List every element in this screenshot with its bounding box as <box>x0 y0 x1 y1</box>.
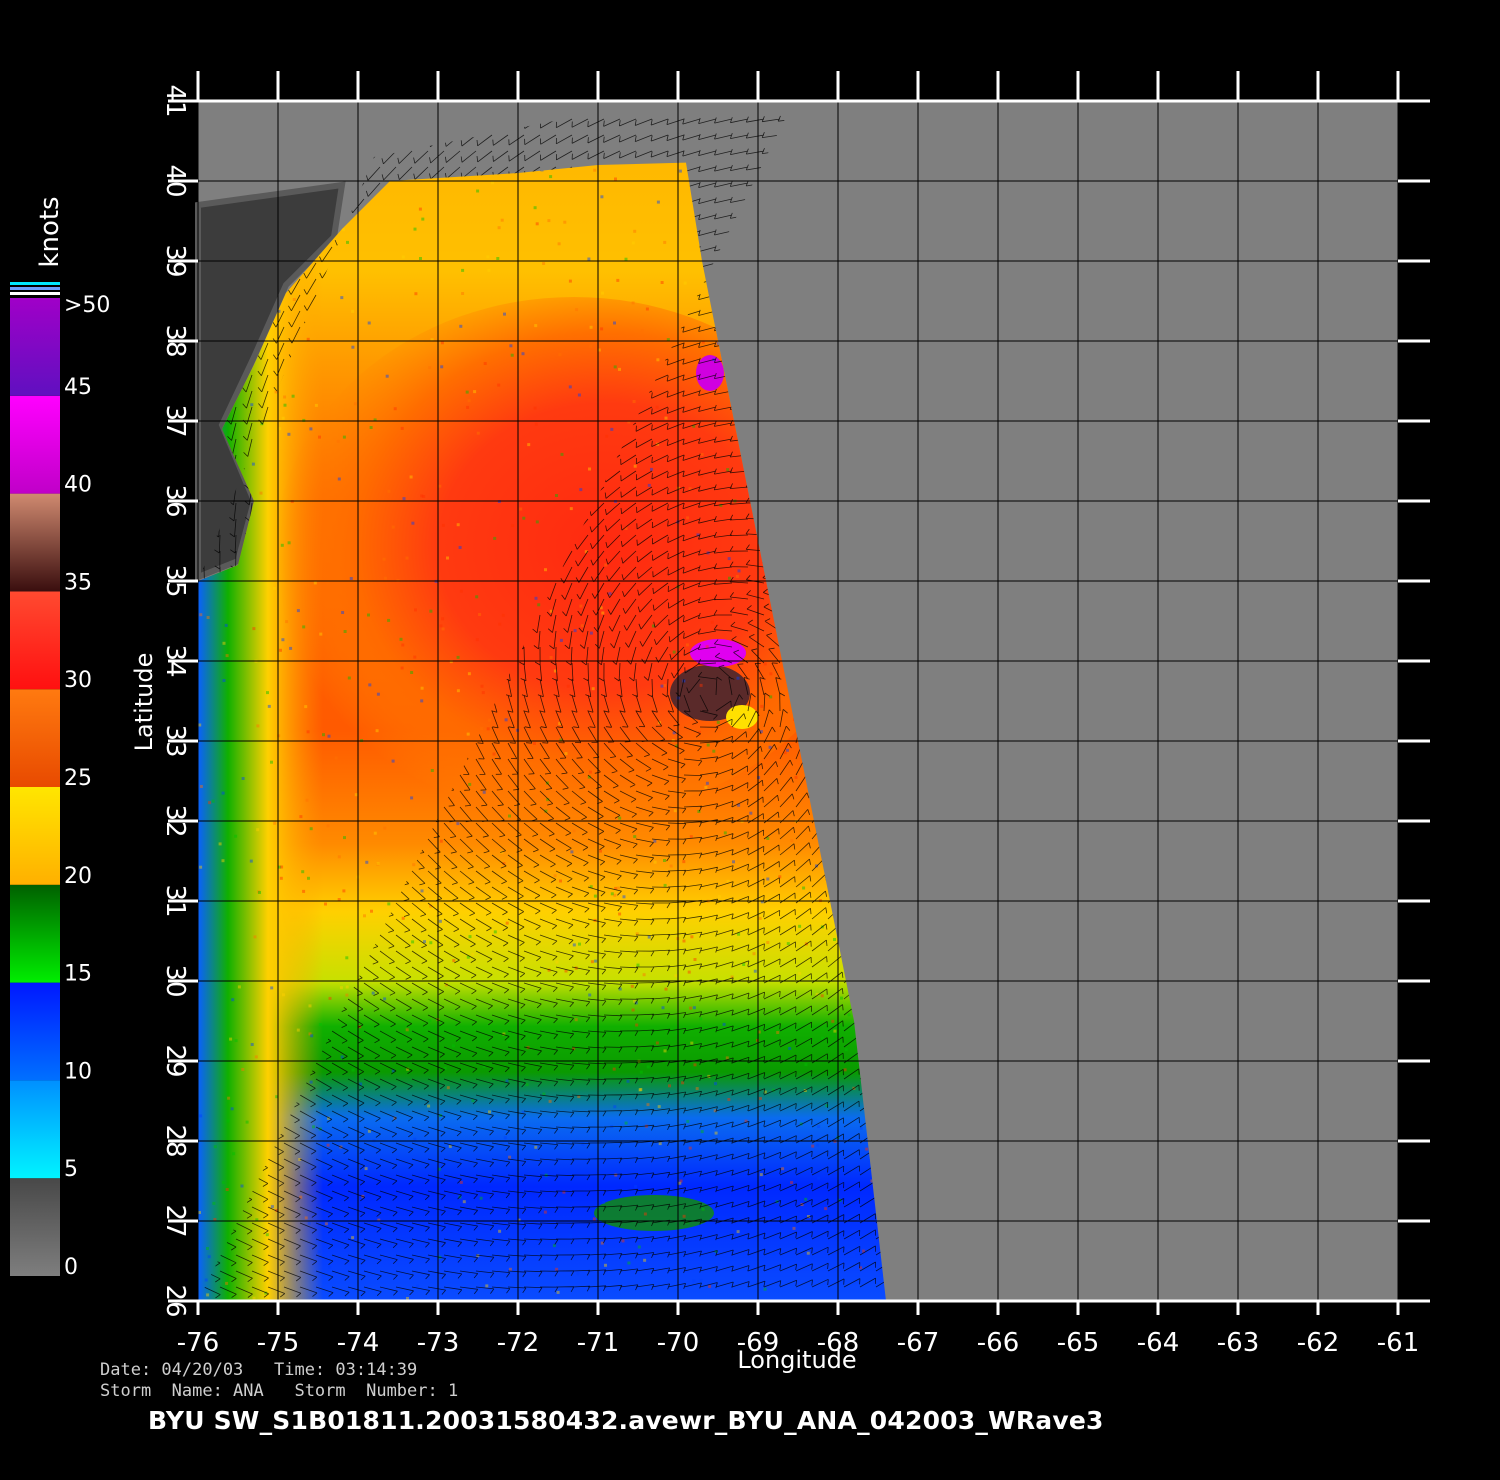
lat-tick-label: 29 <box>160 1044 190 1077</box>
lat-tick-label: 28 <box>160 1124 190 1157</box>
colorbar-tick-label: 45 <box>64 375 92 400</box>
lat-tick-label: 32 <box>160 804 190 837</box>
colorbar-band <box>10 1080 60 1179</box>
colorbar-unit-label: knots <box>35 196 65 267</box>
lon-tick-label: -74 <box>337 1328 379 1358</box>
lon-tick-label: -75 <box>257 1328 299 1358</box>
colorbar-band <box>10 395 60 494</box>
colorbar-band <box>10 591 60 690</box>
colorbar-band <box>10 982 60 1081</box>
colorbar-tick-label: 30 <box>64 668 92 693</box>
file-title: BYU SW_S1B01811.20031580432.avewr_BYU_AN… <box>148 1406 1104 1435</box>
colorbar-cap-blue <box>10 287 60 290</box>
green-patch-south <box>594 1195 714 1231</box>
colorbar-band <box>10 298 60 396</box>
lon-tick-label: -63 <box>1217 1328 1259 1358</box>
lat-tick-label: 30 <box>160 964 190 997</box>
lat-tick-label: 39 <box>160 244 190 277</box>
lon-tick-label: -62 <box>1297 1328 1339 1358</box>
lon-tick-label: -64 <box>1137 1328 1179 1358</box>
lat-tick-label: 41 <box>160 84 190 117</box>
colorbar-tick-label: 10 <box>64 1059 92 1084</box>
colorbar-tick-label: 15 <box>64 962 92 987</box>
colorbar-tick-label: 20 <box>64 864 92 889</box>
lat-tick-label: 37 <box>160 404 190 437</box>
x-axis-label: Longitude <box>737 1346 856 1374</box>
colorbar-tick-label: 40 <box>64 473 92 498</box>
colorbar-tick-label: 25 <box>64 766 92 791</box>
storm-info-line: Storm Name: ANA Storm Number: 1 <box>100 1381 459 1401</box>
lon-tick-label: -76 <box>177 1328 219 1358</box>
colorbar-band <box>10 689 60 787</box>
colorbar-band <box>10 1178 60 1276</box>
lat-tick-label: 27 <box>160 1204 190 1237</box>
wind-speed-colorbar: 0 5 10 15 20 25 30 35 40 45 >50 <box>10 282 110 1280</box>
date-time-line: Date: 04/20/03 Time: 03:14:39 <box>100 1360 418 1380</box>
colorbar-cap-white <box>10 292 60 295</box>
lat-tick-label: 26 <box>160 1284 190 1317</box>
lat-tick-label: 31 <box>160 884 190 917</box>
lon-tick-label: -65 <box>1057 1328 1099 1358</box>
lat-tick-label: 35 <box>160 564 190 597</box>
lon-tick-label: -73 <box>417 1328 459 1358</box>
colorbar-tick-label: 5 <box>64 1157 78 1182</box>
lon-tick-label: -67 <box>897 1328 939 1358</box>
colorbar-cap-cyan <box>10 282 60 285</box>
lon-tick-label: -72 <box>497 1328 539 1358</box>
colorbar-band <box>10 884 60 983</box>
lon-tick-label: -70 <box>657 1328 699 1358</box>
colorbar-band <box>10 493 60 592</box>
colorbar-tick-label: 35 <box>64 570 92 595</box>
colorbar-tick-label: 0 <box>64 1255 78 1280</box>
lat-tick-label: 38 <box>160 324 190 357</box>
colorbar-band <box>10 787 60 885</box>
lat-tick-label: 40 <box>160 164 190 197</box>
lon-tick-label: -66 <box>977 1328 1019 1358</box>
y-axis-label: Latitude <box>130 653 158 752</box>
lon-tick-label: -61 <box>1377 1328 1419 1358</box>
lat-tick-label: 36 <box>160 484 190 517</box>
lat-tick-label: 33 <box>160 724 190 757</box>
colorbar-tick-label: >50 <box>64 293 110 318</box>
lon-tick-label: -71 <box>577 1328 619 1358</box>
lat-tick-label: 34 <box>160 644 190 677</box>
map-plot-area <box>195 101 1398 1302</box>
wind-speed-map: -76 -75 -74 -73 -72 -71 -70 -69 -68 -67 -66 -65 -64-… <box>10 71 1430 1374</box>
